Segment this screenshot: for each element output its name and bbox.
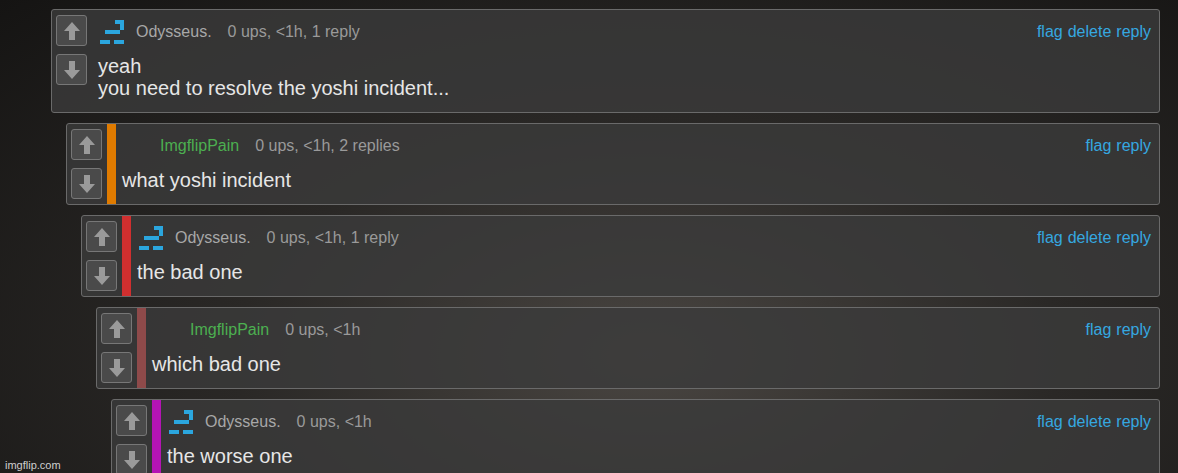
comment-header: Odysseus. 0 ups, <1h flag deletereply <box>167 407 1151 437</box>
action-link[interactable]: flag <box>1086 321 1112 339</box>
vote-column <box>112 400 152 473</box>
upvote-button[interactable] <box>56 15 87 46</box>
comment-actions: flag deletereply <box>1037 413 1151 431</box>
comment-text: the worse one <box>167 445 1151 467</box>
vote-column <box>52 10 92 112</box>
comment-card: Odysseus. 0 ups, <1h, 1 reply flag deletere… <box>51 9 1160 113</box>
comment-replies: Odysseus. 0 ups, <1h flag deletereply the wo… <box>111 399 1160 473</box>
action-link[interactable]: reply <box>1116 321 1151 339</box>
user-avatar-icon <box>98 19 128 45</box>
upvote-icon <box>63 21 81 41</box>
downvote-icon <box>108 358 126 378</box>
comment-header: ImgflipPain 0 ups, <1h flagreply <box>152 315 1151 345</box>
comment-body: ImgflipPain 0 ups, <1h flagreply which bad … <box>146 308 1159 388</box>
action-link[interactable]: reply <box>1116 137 1151 155</box>
reply-color-bar <box>152 400 161 473</box>
comment-header: ImgflipPain 0 ups, <1h, 2 replies flagrepl… <box>122 131 1151 161</box>
action-link[interactable]: reply <box>1116 229 1151 247</box>
downvote-icon <box>93 266 111 286</box>
action-link[interactable]: delete <box>1068 23 1112 41</box>
reply-color-bar <box>122 216 131 296</box>
user-avatar-icon <box>137 225 167 251</box>
comment-card: ImgflipPain 0 ups, <1h flagreply which bad … <box>96 307 1160 389</box>
downvote-button[interactable] <box>116 444 147 473</box>
comment-thread: Odysseus. 0 ups, <1h flag deletereply the wo… <box>111 399 1160 473</box>
upvote-button[interactable] <box>71 129 102 160</box>
reply-color-bar <box>107 124 116 204</box>
downvote-icon <box>123 450 141 470</box>
username[interactable]: Odysseus. <box>175 229 251 247</box>
comment-body: Odysseus. 0 ups, <1h, 1 reply flag deletere… <box>92 10 1159 112</box>
comment-header: Odysseus. 0 ups, <1h, 1 reply flag deletere… <box>98 17 1151 47</box>
comment-thread: ImgflipPain0 ups, <1h, 2 repliesflagrepl… <box>66 123 1160 473</box>
action-link[interactable]: delete <box>1068 413 1112 431</box>
comment-meta: 0 ups, <1h <box>297 413 1029 431</box>
comment-replies: ImgflipPain0 ups, <1hflagreplywhich bad … <box>96 307 1160 473</box>
comment-meta: 0 ups, <1h, 1 reply <box>267 229 1029 247</box>
upvote-icon <box>78 135 96 155</box>
comment-actions: flagreply <box>1086 137 1151 155</box>
comment-card: Odysseus. 0 ups, <1h, 1 reply flag deletere… <box>81 215 1160 297</box>
user-avatar-icon <box>167 409 197 435</box>
comment-meta: 0 ups, <1h, 2 replies <box>255 137 1077 155</box>
reply-color-bar <box>137 308 146 388</box>
action-link[interactable]: flag <box>1037 413 1063 431</box>
upvote-icon <box>93 227 111 247</box>
comment-meta: 0 ups, <1h, 1 reply <box>228 23 1029 41</box>
comment-meta: 0 ups, <1h <box>285 321 1077 339</box>
comment-thread: Odysseus.0 ups, <1h, 1 replyflagdeletere… <box>81 215 1160 473</box>
username[interactable]: Odysseus. <box>205 413 281 431</box>
action-link[interactable]: flag <box>1037 229 1063 247</box>
comment-text: the bad one <box>137 261 1151 283</box>
comment-body: ImgflipPain 0 ups, <1h, 2 replies flagrepl… <box>116 124 1159 204</box>
username[interactable]: Odysseus. <box>136 23 212 41</box>
comment-text: which bad one <box>152 353 1151 375</box>
action-link[interactable]: flag <box>1086 137 1112 155</box>
comment-replies: ImgflipPain0 ups, <1h, 2 repliesflagrepl… <box>66 123 1160 473</box>
comment-actions: flag deletereply <box>1037 23 1151 41</box>
comment-thread: Odysseus.0 ups, <1h, 1 replyflagdeletere… <box>51 9 1160 473</box>
comment-header: Odysseus. 0 ups, <1h, 1 reply flag deletere… <box>137 223 1151 253</box>
username[interactable]: ImgflipPain <box>152 321 269 339</box>
upvote-button[interactable] <box>86 221 117 252</box>
comment-thread: ImgflipPain0 ups, <1hflagreplywhich bad … <box>96 307 1160 473</box>
watermark: imgflip.com <box>5 459 61 471</box>
comment-list: Odysseus.0 ups, <1h, 1 replyflagdeletere… <box>0 0 1178 473</box>
comment-text: yeahyou need to resolve the yoshi incide… <box>98 55 1151 99</box>
comment-replies: Odysseus.0 ups, <1h, 1 replyflagdeletere… <box>81 215 1160 473</box>
downvote-icon <box>63 60 81 80</box>
downvote-button[interactable] <box>56 54 87 85</box>
comment-body: Odysseus. 0 ups, <1h flag deletereply the wo… <box>161 400 1159 473</box>
comment-actions: flag deletereply <box>1037 229 1151 247</box>
upvote-button[interactable] <box>116 405 147 436</box>
downvote-button[interactable] <box>71 168 102 199</box>
downvote-icon <box>78 174 96 194</box>
action-link[interactable]: flag <box>1037 23 1063 41</box>
meme-page: Odysseus.0 ups, <1h, 1 replyflagdeletere… <box>0 0 1178 473</box>
comment-text: what yoshi incident <box>122 169 1151 191</box>
comment-actions: flagreply <box>1086 321 1151 339</box>
action-link[interactable]: reply <box>1116 413 1151 431</box>
username[interactable]: ImgflipPain <box>122 137 239 155</box>
downvote-button[interactable] <box>101 352 132 383</box>
downvote-button[interactable] <box>86 260 117 291</box>
vote-column <box>67 124 107 204</box>
vote-column <box>97 308 137 388</box>
vote-column <box>82 216 122 296</box>
action-link[interactable]: reply <box>1116 23 1151 41</box>
action-link[interactable]: delete <box>1068 229 1112 247</box>
comment-body: Odysseus. 0 ups, <1h, 1 reply flag deletere… <box>131 216 1159 296</box>
upvote-icon <box>108 319 126 339</box>
upvote-icon <box>123 411 141 431</box>
upvote-button[interactable] <box>101 313 132 344</box>
comment-card: ImgflipPain 0 ups, <1h, 2 replies flagrepl… <box>66 123 1160 205</box>
comment-card: Odysseus. 0 ups, <1h flag deletereply the wo… <box>111 399 1160 473</box>
